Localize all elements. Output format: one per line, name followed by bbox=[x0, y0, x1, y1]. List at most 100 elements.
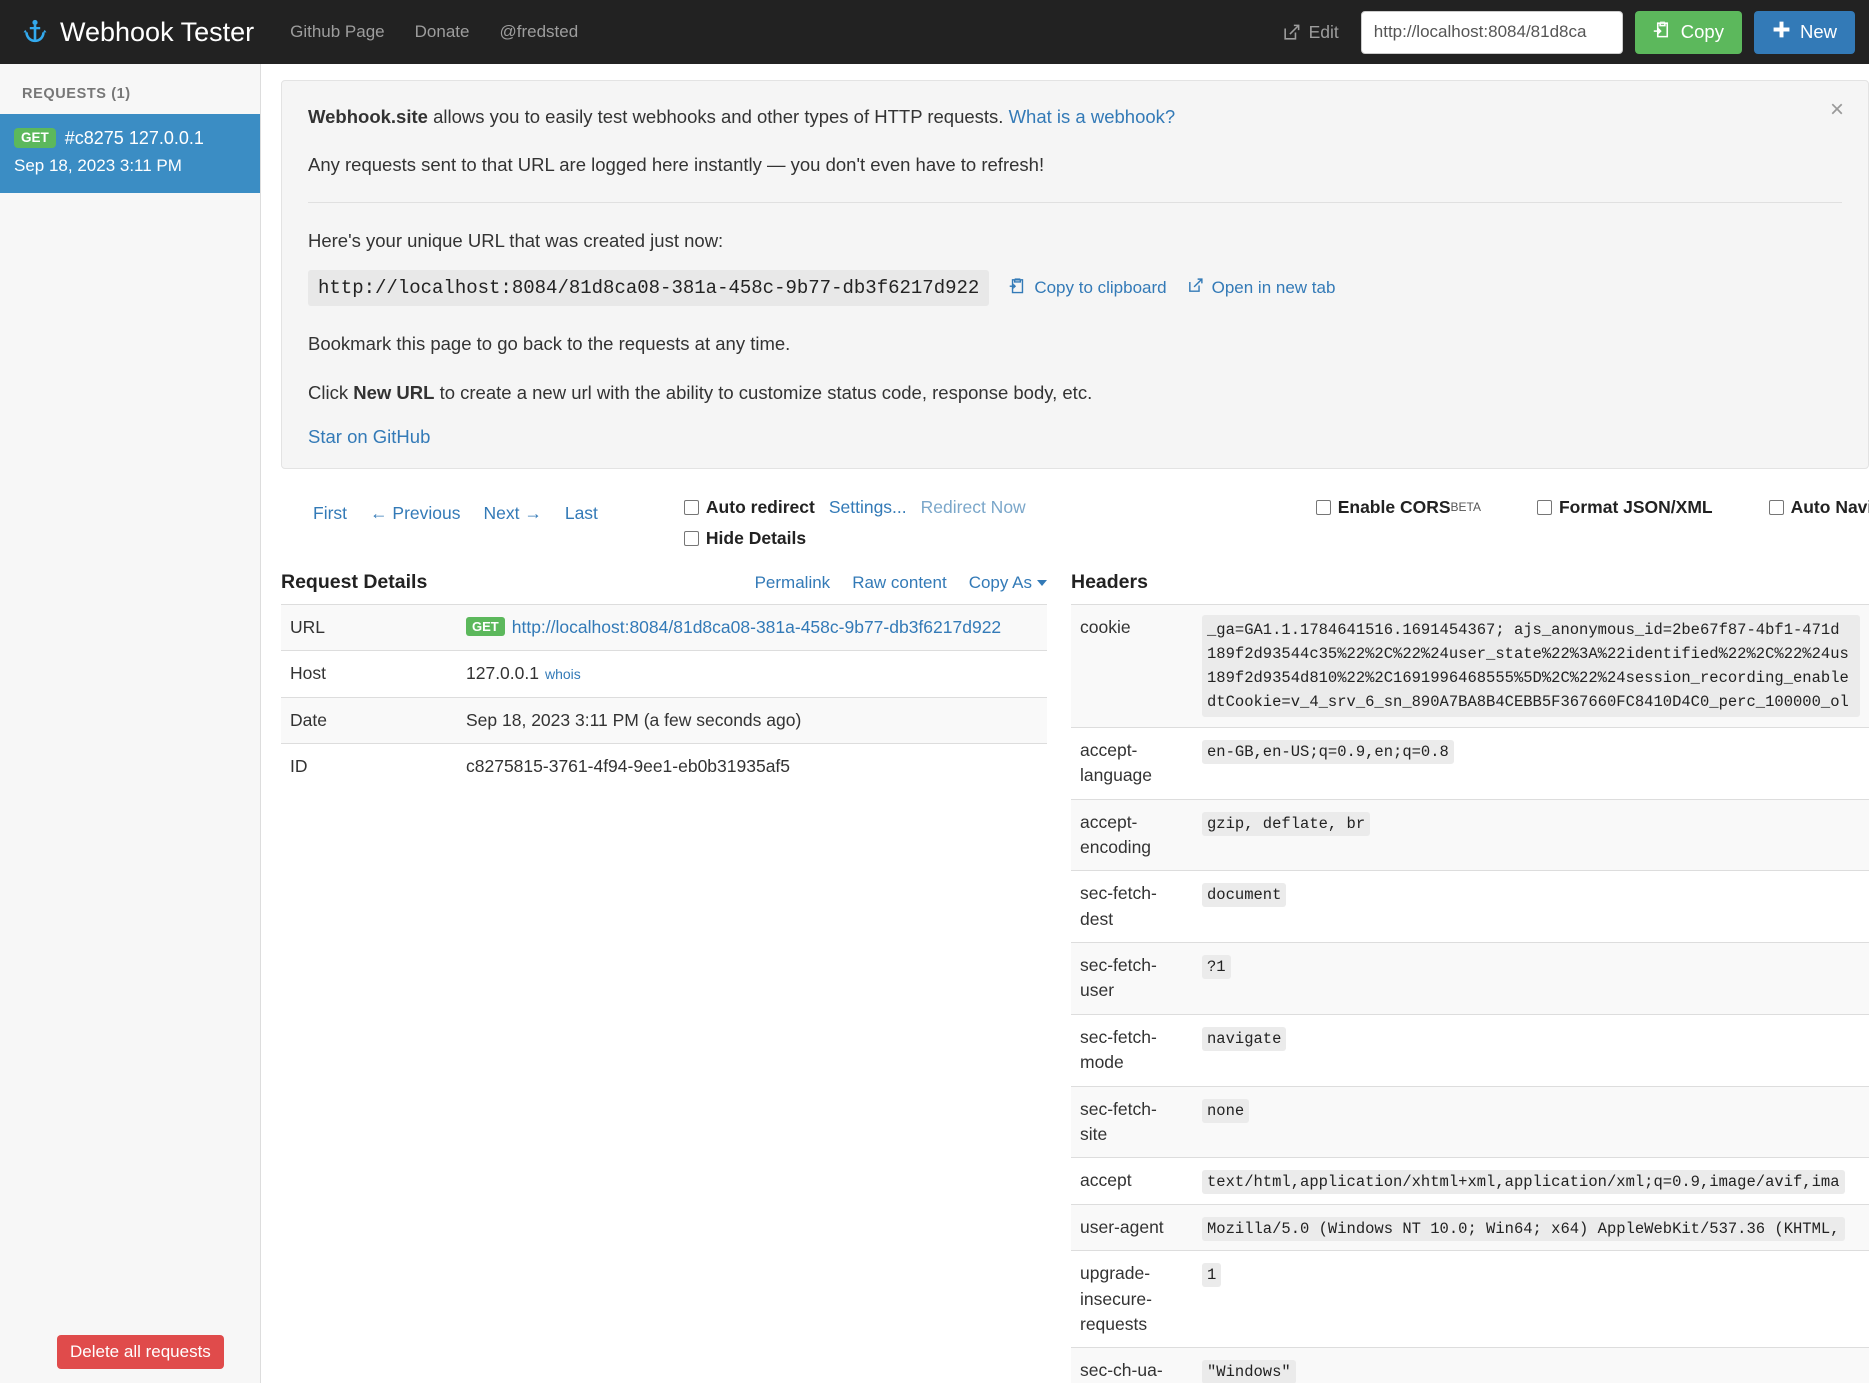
copy-label: Copy bbox=[1681, 21, 1724, 43]
request-item-line-primary: GET #c8275 127.0.0.1 bbox=[14, 125, 246, 151]
pager-next[interactable]: Next → bbox=[483, 503, 541, 524]
url-input[interactable] bbox=[1361, 11, 1623, 54]
requests-header: REQUESTS (1) bbox=[0, 64, 260, 114]
edit-icon bbox=[1282, 23, 1301, 42]
unique-url-label: Here's your unique URL that was created … bbox=[308, 227, 1842, 255]
edit-button[interactable]: Edit bbox=[1282, 22, 1339, 43]
copy-as-dropdown[interactable]: Copy As bbox=[969, 573, 1047, 593]
info-intro-strong: Webhook.site bbox=[308, 106, 428, 127]
chevron-down-icon bbox=[1037, 580, 1047, 586]
requests-sidebar: REQUESTS (1) GET #c8275 127.0.0.1 Sep 18… bbox=[0, 64, 261, 1383]
header-value-cell: Mozilla/5.0 (Windows NT 10.0; Win64; x64… bbox=[1193, 1204, 1869, 1250]
whois-link[interactable]: whois bbox=[545, 666, 581, 682]
settings-link[interactable]: Settings... bbox=[829, 497, 907, 518]
header-value: Mozilla/5.0 (Windows NT 10.0; Win64; x64… bbox=[1202, 1217, 1845, 1241]
close-icon[interactable]: × bbox=[1824, 97, 1850, 123]
request-details-title: Request Details bbox=[281, 571, 427, 594]
table-row: Date Sep 18, 2023 3:11 PM (a few seconds… bbox=[281, 697, 1047, 743]
header-value: ?1 bbox=[1202, 955, 1231, 979]
auto-redirect-checkbox[interactable] bbox=[684, 500, 699, 515]
new-button[interactable]: New bbox=[1754, 11, 1855, 54]
star-on-github-link[interactable]: Star on GitHub bbox=[308, 426, 430, 448]
header-value: navigate bbox=[1202, 1027, 1286, 1051]
delete-all-requests-button[interactable]: Delete all requests bbox=[57, 1335, 224, 1369]
headers-header: Headers bbox=[1071, 571, 1869, 604]
auto-navigate-checkbox[interactable] bbox=[1769, 500, 1784, 515]
new-url-prefix: Click bbox=[308, 382, 353, 403]
table-row: sec-fetch-dest document bbox=[1071, 871, 1869, 943]
row-key-id: ID bbox=[281, 743, 457, 789]
pager-first[interactable]: First bbox=[313, 503, 347, 524]
table-row: accept-encoding gzip, deflate, br bbox=[1071, 799, 1869, 871]
brand-label: Webhook Tester bbox=[60, 17, 254, 48]
new-label: New bbox=[1800, 21, 1837, 43]
nav-link-donate[interactable]: Donate bbox=[415, 22, 470, 42]
header-value-cell: navigate bbox=[1193, 1014, 1869, 1086]
table-row: sec-ch-ua-platform "Windows" bbox=[1071, 1348, 1869, 1383]
pager-previous[interactable]: ← Previous bbox=[370, 503, 460, 524]
enable-cors-label: Enable CORS bbox=[1338, 497, 1451, 518]
table-row: upgrade-insecure-requests 1 bbox=[1071, 1251, 1869, 1348]
url-method-badge: GET bbox=[466, 617, 505, 636]
redirect-now-link[interactable]: Redirect Now bbox=[921, 497, 1026, 518]
row-key-url: URL bbox=[281, 604, 457, 650]
copy-to-clipboard-link[interactable]: Copy to clipboard bbox=[1009, 277, 1166, 299]
redirect-options-group: Auto redirect Settings... Redirect Now H… bbox=[684, 497, 1026, 549]
copy-button[interactable]: Copy bbox=[1635, 11, 1742, 54]
row-key-host: Host bbox=[281, 651, 457, 697]
header-value: none bbox=[1202, 1099, 1249, 1123]
header-value-cell: text/html,application/xhtml+xml,applicat… bbox=[1193, 1158, 1869, 1204]
request-url-link[interactable]: http://localhost:8084/81d8ca08-381a-458c… bbox=[512, 617, 1001, 637]
pager-last[interactable]: Last bbox=[565, 503, 598, 524]
enable-cors-checkbox[interactable] bbox=[1316, 500, 1331, 515]
header-value: document bbox=[1202, 883, 1286, 907]
open-in-new-tab-link[interactable]: Open in new tab bbox=[1187, 277, 1336, 299]
brand-logo[interactable]: Webhook Tester bbox=[22, 17, 254, 48]
nav-link-github-page[interactable]: Github Page bbox=[290, 22, 385, 42]
unique-url-row: http://localhost:8084/81d8ca08-381a-458c… bbox=[308, 270, 1842, 306]
format-json-row: Format JSON/XML bbox=[1537, 497, 1713, 518]
nav-link-fredsted[interactable]: @fredsted bbox=[499, 22, 578, 42]
unique-url-value[interactable]: http://localhost:8084/81d8ca08-381a-458c… bbox=[308, 270, 989, 306]
header-key: sec-fetch-user bbox=[1071, 943, 1193, 1015]
auto-redirect-label: Auto redirect bbox=[706, 497, 815, 518]
details-and-headers: Request Details Permalink Raw content Co… bbox=[261, 571, 1869, 1383]
header-key: sec-ch-ua-platform bbox=[1071, 1348, 1193, 1383]
auto-redirect-row: Auto redirect Settings... Redirect Now bbox=[684, 497, 1026, 518]
headers-panel: Headers cookie _ga=GA1.1.1784641516.1691… bbox=[1071, 571, 1869, 1383]
info-divider bbox=[308, 202, 1842, 203]
edit-label: Edit bbox=[1309, 22, 1339, 43]
request-details-header: Request Details Permalink Raw content Co… bbox=[281, 571, 1047, 604]
request-details-panel: Request Details Permalink Raw content Co… bbox=[281, 571, 1071, 1383]
header-key: user-agent bbox=[1071, 1204, 1193, 1250]
format-json-checkbox[interactable] bbox=[1537, 500, 1552, 515]
external-link-icon bbox=[1187, 277, 1204, 299]
table-row: accept text/html,application/xhtml+xml,a… bbox=[1071, 1158, 1869, 1204]
hide-details-checkbox[interactable] bbox=[684, 531, 699, 546]
anchor-icon bbox=[22, 18, 48, 46]
navbar-links: Github Page Donate @fredsted bbox=[290, 22, 578, 42]
hide-details-row: Hide Details bbox=[684, 528, 1026, 549]
row-value-id: c8275815-3761-4f94-9ee1-eb0b31935af5 bbox=[457, 743, 1047, 789]
raw-content-link[interactable]: Raw content bbox=[852, 573, 947, 593]
header-value-cell: document bbox=[1193, 871, 1869, 943]
enable-cors-row: Enable CORS BETA bbox=[1316, 497, 1481, 518]
header-value: en-GB,en-US;q=0.9,en;q=0.8 bbox=[1202, 740, 1454, 764]
header-value-cell: "Windows" bbox=[1193, 1348, 1869, 1383]
page-layout: REQUESTS (1) GET #c8275 127.0.0.1 Sep 18… bbox=[0, 64, 1869, 1383]
header-value-cell: en-GB,en-US;q=0.9,en;q=0.8 bbox=[1193, 727, 1869, 799]
header-key: sec-fetch-mode bbox=[1071, 1014, 1193, 1086]
header-value-cell: none bbox=[1193, 1086, 1869, 1158]
request-list-item[interactable]: GET #c8275 127.0.0.1 Sep 18, 2023 3:11 P… bbox=[0, 114, 260, 193]
table-row: Host 127.0.0.1whois bbox=[281, 651, 1047, 697]
header-key: cookie bbox=[1071, 604, 1193, 727]
permalink-link[interactable]: Permalink bbox=[755, 573, 831, 593]
header-key: upgrade-insecure-requests bbox=[1071, 1251, 1193, 1348]
row-key-date: Date bbox=[281, 697, 457, 743]
top-navbar: Webhook Tester Github Page Donate @freds… bbox=[0, 0, 1869, 64]
copy-to-clipboard-label: Copy to clipboard bbox=[1034, 278, 1166, 298]
bookmark-line: Bookmark this page to go back to the req… bbox=[308, 330, 1842, 358]
navbar-right-group: Edit Copy New bbox=[1282, 11, 1855, 54]
table-row: cookie _ga=GA1.1.1784641516.1691454367; … bbox=[1071, 604, 1869, 727]
what-is-webhook-link[interactable]: What is a webhook? bbox=[1009, 106, 1176, 127]
